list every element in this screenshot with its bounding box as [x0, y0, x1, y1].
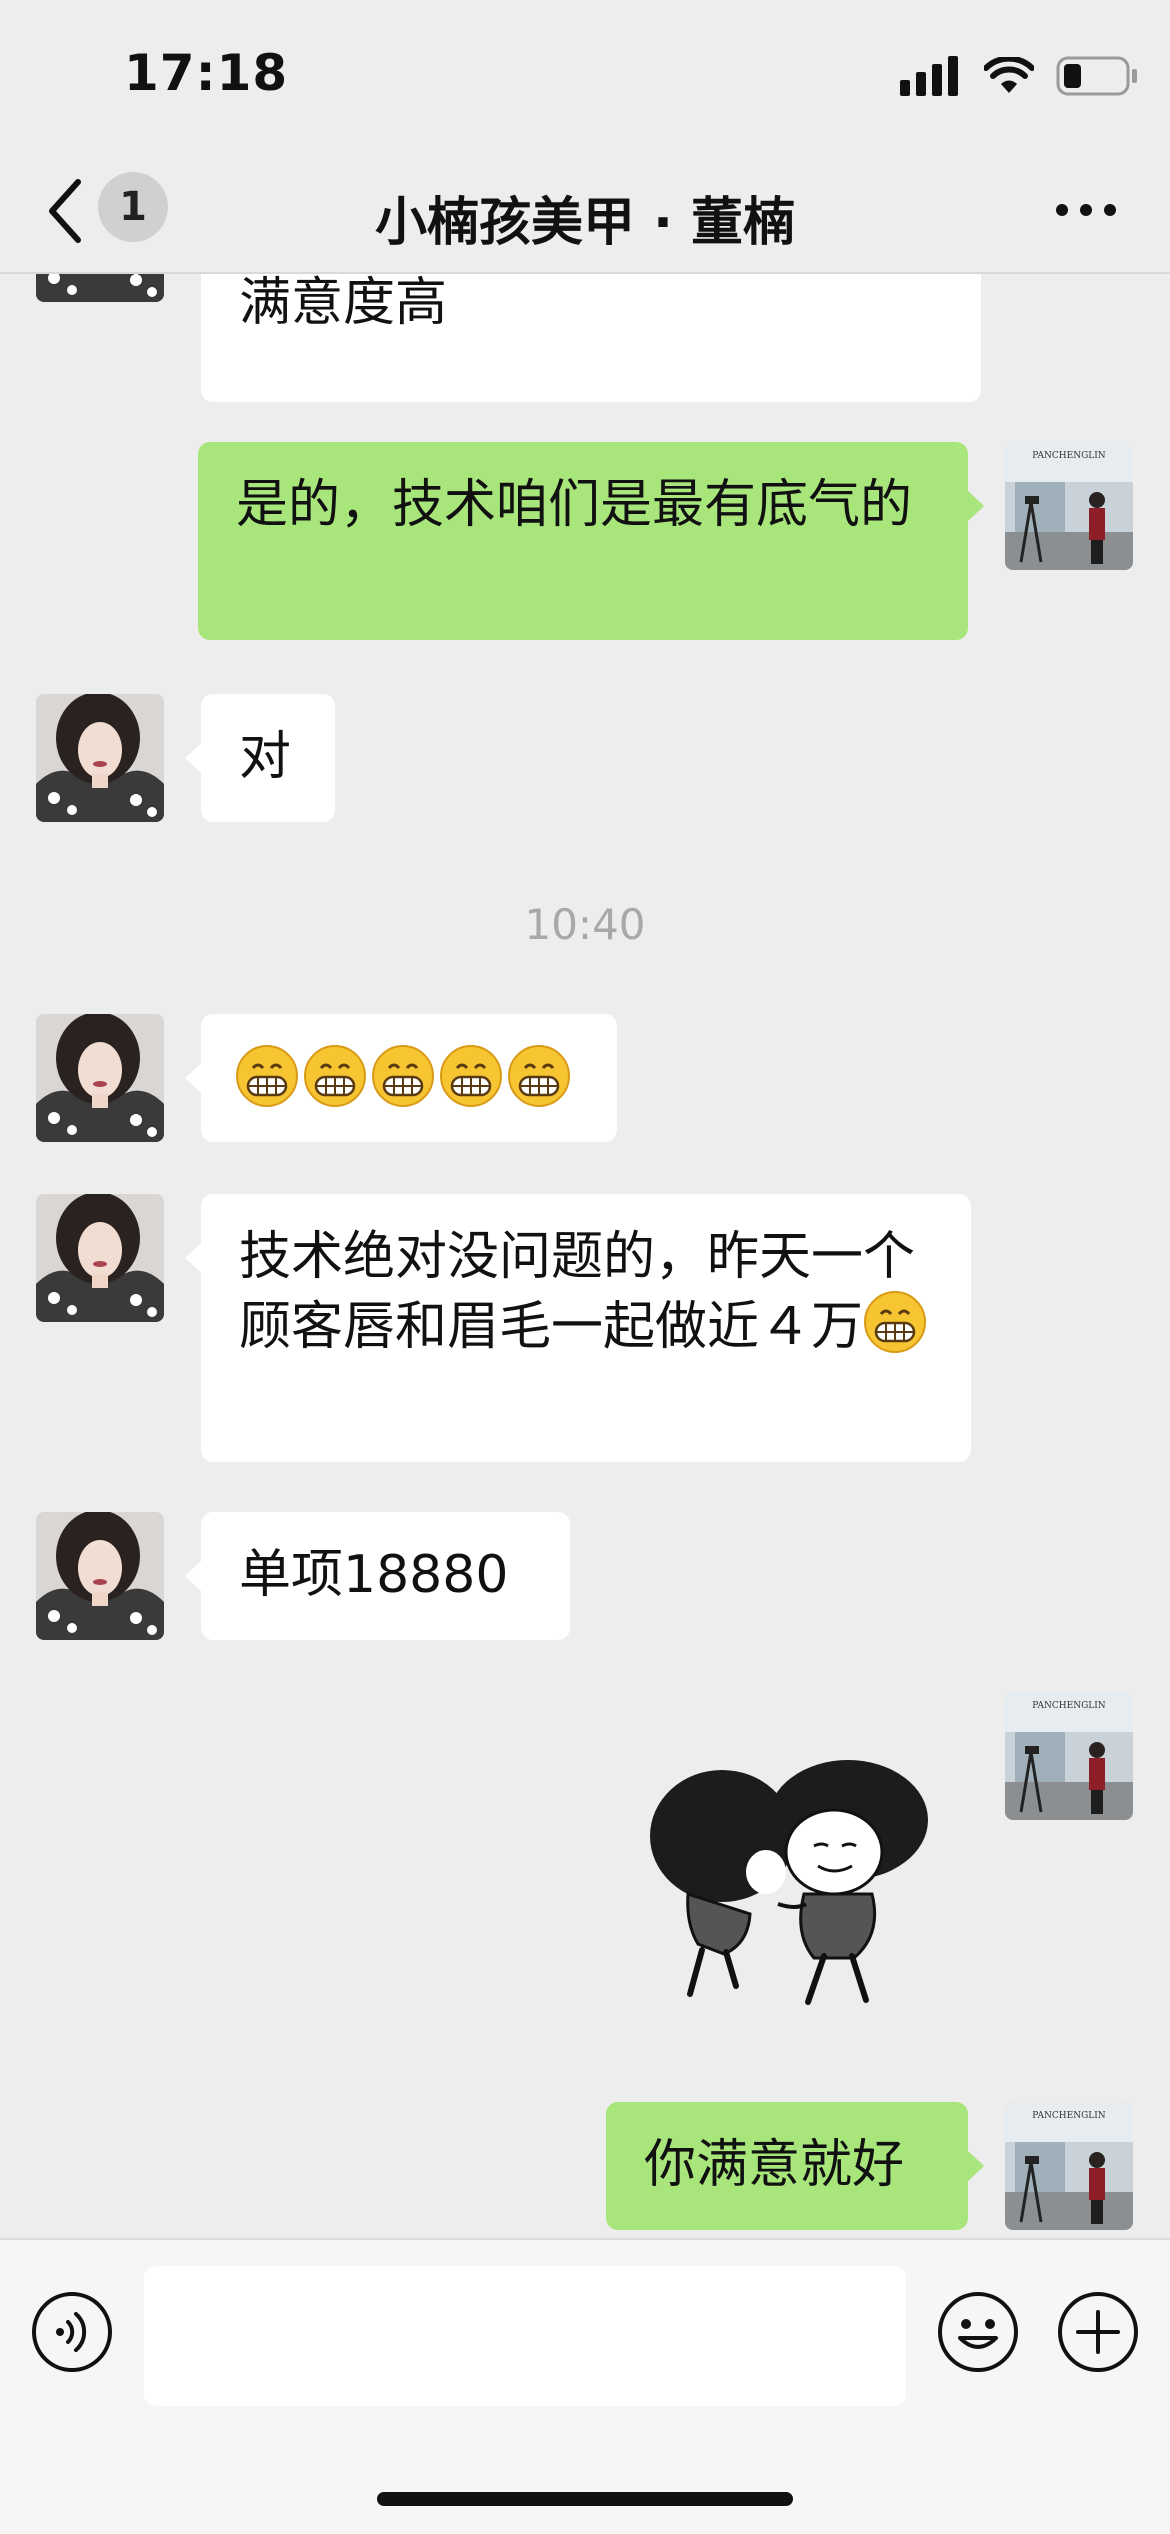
status-icons [900, 54, 1138, 98]
message-text: 咱PCL的技术很厉害的，顾客满意度高 [239, 273, 448, 333]
message-bubble[interactable]: 是的，技术咱们是最有底气的 [198, 442, 984, 640]
voice-icon[interactable] [30, 2290, 114, 2374]
message-text: 对 [239, 727, 292, 787]
contact-avatar[interactable] [36, 694, 164, 822]
message-bubble[interactable]: 咱PCL的技术很厉害的，顾客满意度高 [201, 272, 981, 402]
svg-text:PANCHENGLIN: PANCHENGLIN [1032, 2111, 1106, 2121]
cellular-signal-icon [900, 56, 958, 96]
plus-circle-icon[interactable] [1056, 2290, 1140, 2374]
message-list[interactable]: 咱PCL的技术很厉害的，顾客满意度高 是的，技术咱们是最有底气的 PANCHEN… [0, 272, 1170, 2238]
home-indicator[interactable] [377, 2492, 793, 2506]
wifi-icon [984, 57, 1034, 93]
battery-icon [1056, 56, 1137, 96]
smiley-icon[interactable] [936, 2290, 1020, 2374]
svg-text:PANCHENGLIN: PANCHENGLIN [1032, 1701, 1106, 1711]
grinning-face-emoji [864, 1291, 927, 1353]
message-row: 你满意就好 PANCHENGLIN [0, 2102, 1170, 2232]
my-avatar[interactable]: PANCHENGLIN [1005, 2102, 1133, 2230]
contact-avatar[interactable] [36, 1014, 164, 1142]
message-text: 单项18880 [239, 1545, 509, 1605]
grinning-face-emoji [236, 1045, 298, 1107]
message-row: 技术绝对没问题的，昨天一个顾客唇和眉毛一起做近４万 [0, 1194, 1170, 1464]
message-bubble[interactable]: 单项18880 [185, 1512, 570, 1640]
message-bubble[interactable] [185, 1014, 617, 1142]
message-row: PANCHENGLIN [0, 1692, 1170, 2012]
message-bubble[interactable]: 你满意就好 [606, 2102, 984, 2230]
grinning-face-emoji [372, 1045, 434, 1107]
message-row: 咱PCL的技术很厉害的，顾客满意度高 [0, 272, 1170, 402]
contact-avatar[interactable] [36, 1512, 164, 1640]
contact-avatar[interactable] [36, 1194, 164, 1322]
message-text: 是的，技术咱们是最有底气的 [236, 475, 913, 535]
message-text: 技术绝对没问题的，昨天一个顾客唇和眉毛一起做近４万 [239, 1227, 916, 1357]
mushroom-head-hug-sticker[interactable] [628, 1754, 964, 2018]
my-avatar[interactable]: PANCHENGLIN [1005, 1692, 1133, 1820]
contact-avatar[interactable] [36, 272, 164, 302]
message-row [0, 1014, 1170, 1144]
message-row: 单项18880 [0, 1512, 1170, 1642]
my-avatar[interactable]: PANCHENGLIN [1005, 442, 1133, 570]
grinning-face-emoji [440, 1045, 502, 1107]
status-bar: 17:18 [0, 0, 1170, 150]
time-divider: 10:40 [524, 900, 646, 949]
message-text: 你满意就好 [644, 2135, 905, 2195]
chat-title: 小楠孩美甲 · 董楠 [375, 193, 795, 253]
message-bubble[interactable]: 技术绝对没问题的，昨天一个顾客唇和眉毛一起做近４万 [185, 1194, 971, 1462]
grinning-face-emoji [508, 1045, 570, 1107]
grinning-face-emoji [304, 1045, 366, 1107]
svg-text:PANCHENGLIN: PANCHENGLIN [1032, 451, 1106, 461]
message-input[interactable] [144, 2266, 906, 2406]
chat-header: 1 小楠孩美甲 · 董楠 [0, 150, 1170, 274]
emoji-row [235, 1045, 575, 1111]
message-row: 对 [0, 694, 1170, 824]
message-row: 是的，技术咱们是最有底气的 PANCHENGLIN [0, 442, 1170, 642]
input-bar [0, 2238, 1170, 2534]
more-dots-icon[interactable] [1054, 200, 1118, 220]
message-bubble[interactable]: 对 [185, 694, 335, 822]
status-time: 17:18 [124, 44, 289, 102]
